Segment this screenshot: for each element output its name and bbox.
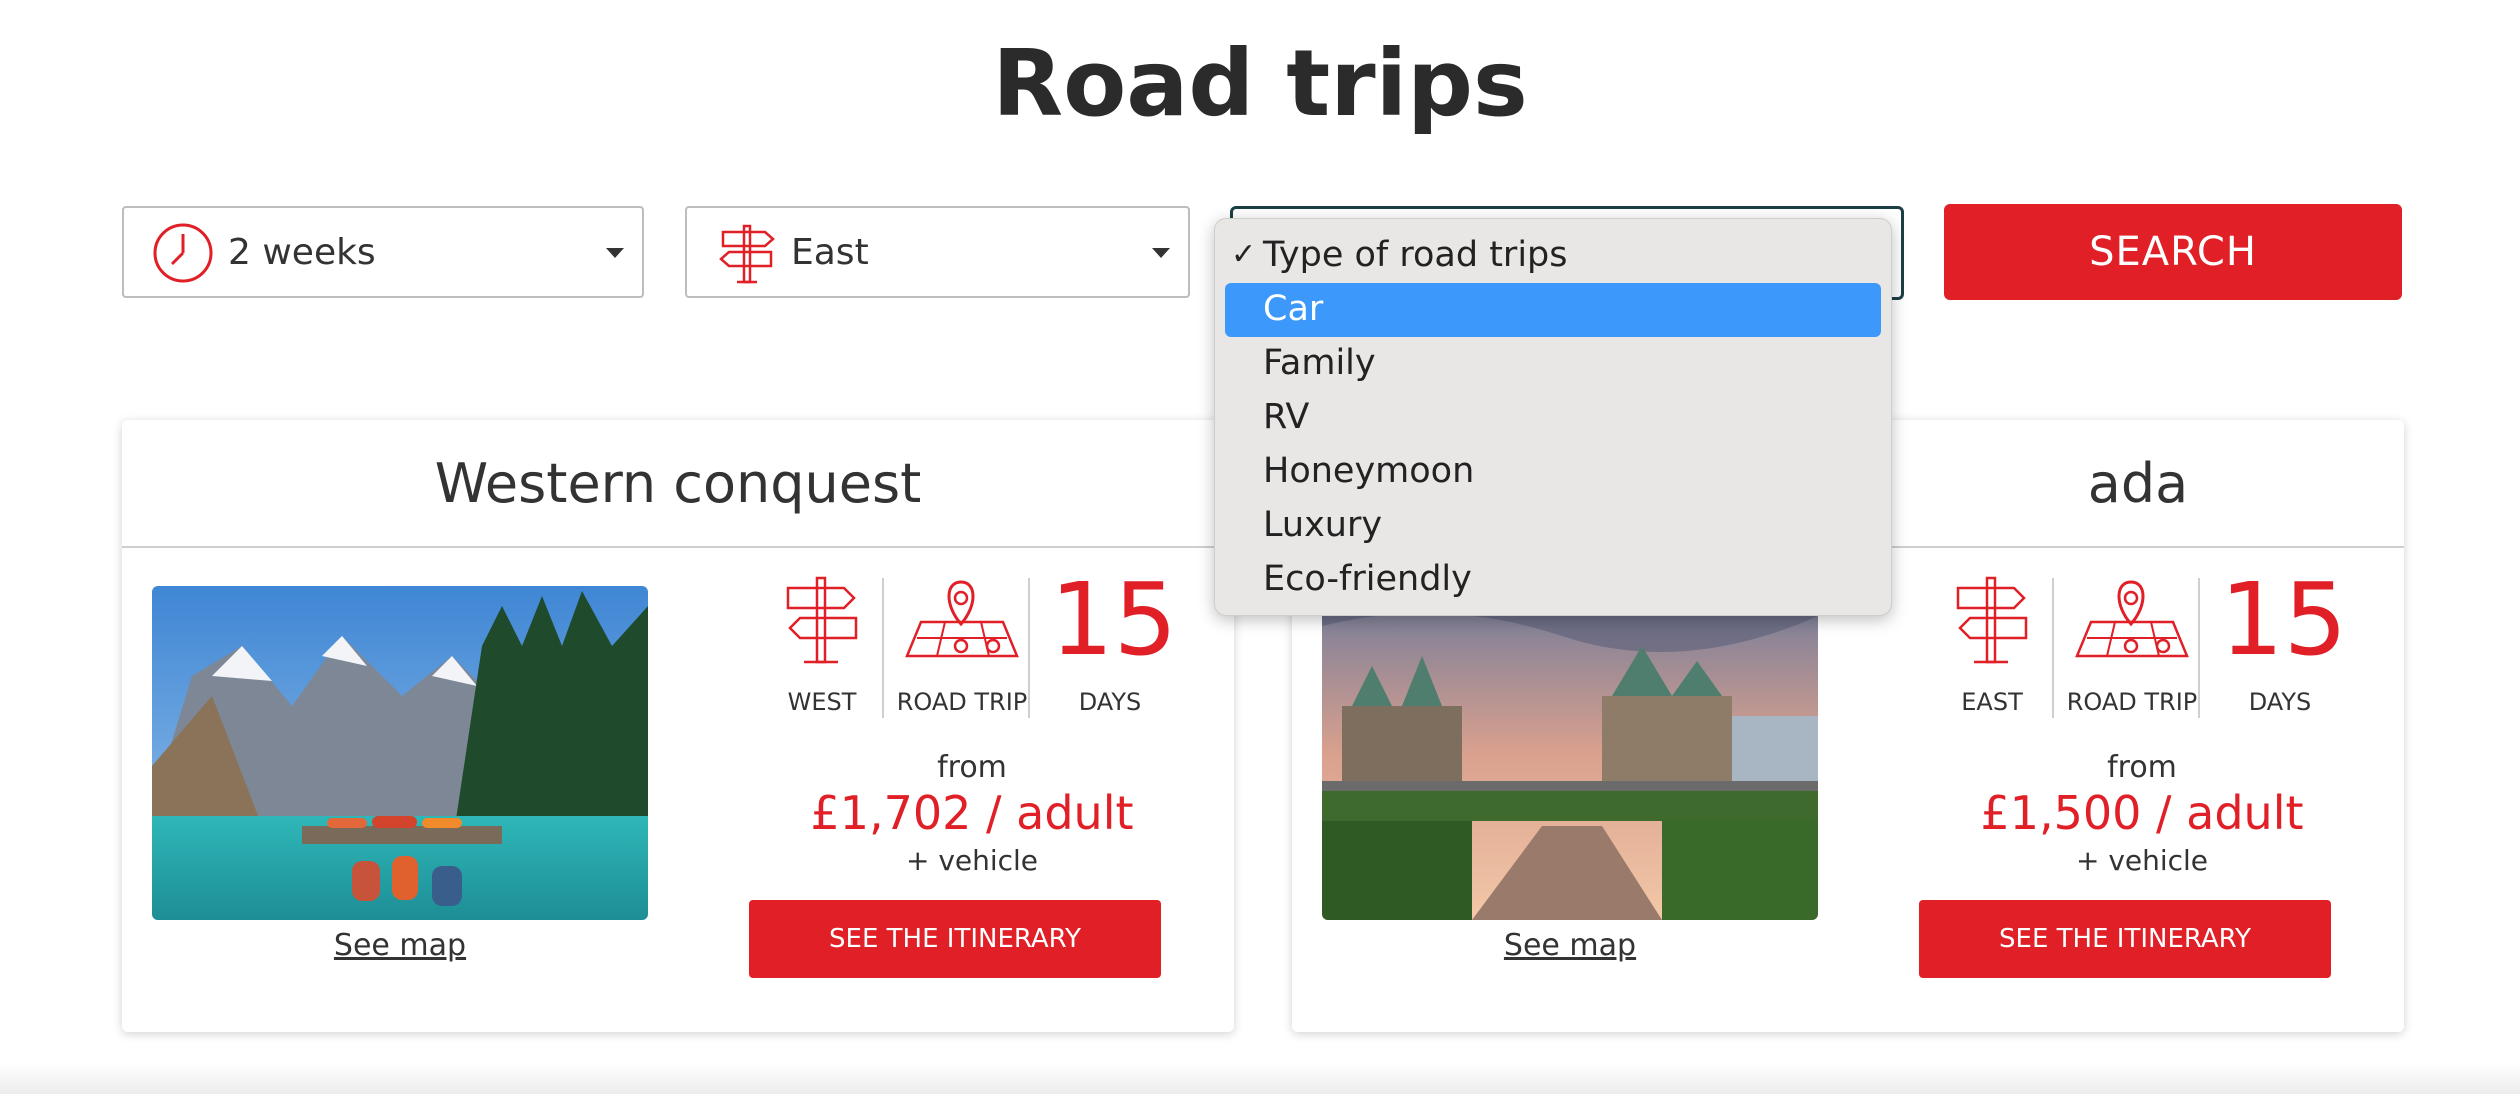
signpost-icon <box>786 576 858 664</box>
dropdown-highlight <box>1225 283 1881 337</box>
region-stat: EAST <box>1932 576 2052 716</box>
search-button[interactable]: SEARCH <box>1944 204 2402 300</box>
dropdown-option-placeholder[interactable]: Type of road trips <box>1263 235 1568 275</box>
trip-photo-city <box>1322 586 1818 920</box>
signpost-icon <box>717 222 779 284</box>
dropdown-option-rv[interactable]: RV <box>1263 397 1309 437</box>
region-stat: WEST <box>762 576 882 716</box>
from-label: from <box>937 750 1007 785</box>
divider <box>2198 578 2200 718</box>
clock-icon <box>152 222 214 284</box>
dropdown-option-family[interactable]: Family <box>1263 343 1376 383</box>
checkmark-icon: ✓ <box>1231 237 1257 272</box>
road-trip-type-dropdown[interactable]: ✓ Type of road trips Car Family RV Honey… <box>1214 218 1892 616</box>
duration-select[interactable]: 2 weeks <box>122 206 644 298</box>
region-label: EAST <box>1961 688 2023 716</box>
see-itinerary-button[interactable]: SEE THE ITINERARY <box>749 900 1161 978</box>
chevron-down-icon <box>606 248 624 258</box>
vehicle-note: + vehicle <box>905 844 1039 877</box>
trip-price: £1,500 / adult <box>1980 786 2304 840</box>
vehicle-note: + vehicle <box>2075 844 2209 877</box>
chevron-down-icon <box>1152 248 1170 258</box>
from-label: from <box>2107 750 2177 785</box>
dropdown-option-honeymoon[interactable]: Honeymoon <box>1263 451 1474 491</box>
divider <box>2052 578 2054 718</box>
see-map-link[interactable]: See map <box>1322 928 1818 963</box>
see-itinerary-button[interactable]: SEE THE ITINERARY <box>1919 900 2331 978</box>
region-label: WEST <box>787 688 857 716</box>
trip-title: Western conquest <box>434 452 922 515</box>
type-stat: ROAD TRIP <box>2062 576 2202 716</box>
signpost-icon <box>1956 576 2028 664</box>
next-cards-edge <box>0 1064 2520 1094</box>
type-label: ROAD TRIP <box>896 688 1028 716</box>
divider <box>122 546 1234 548</box>
type-label: ROAD TRIP <box>2066 688 2198 716</box>
days-label: DAYS <box>1078 688 1142 716</box>
days-count: 15 <box>2220 561 2348 678</box>
map-pin-icon <box>2075 580 2189 658</box>
duration-value: 2 weeks <box>228 232 376 273</box>
page-title: Road trips <box>992 30 1528 137</box>
trip-card: Western conquest See map WEST ROAD TRIP … <box>122 420 1234 1032</box>
type-stat: ROAD TRIP <box>892 576 1032 716</box>
map-pin-icon <box>905 580 1019 658</box>
dropdown-option-luxury[interactable]: Luxury <box>1263 505 1382 545</box>
days-count: 15 <box>1050 561 1178 678</box>
divider <box>1028 578 1030 718</box>
trip-photo-lake <box>152 586 648 920</box>
days-label: DAYS <box>2248 688 2312 716</box>
trip-price: £1,702 / adult <box>810 786 1134 840</box>
dropdown-option-car[interactable]: Car <box>1263 289 1323 329</box>
region-value: East <box>791 232 869 273</box>
region-select[interactable]: East <box>685 206 1190 298</box>
see-map-link[interactable]: See map <box>152 928 648 963</box>
divider <box>882 578 884 718</box>
dropdown-option-eco-friendly[interactable]: Eco-friendly <box>1263 559 1472 599</box>
